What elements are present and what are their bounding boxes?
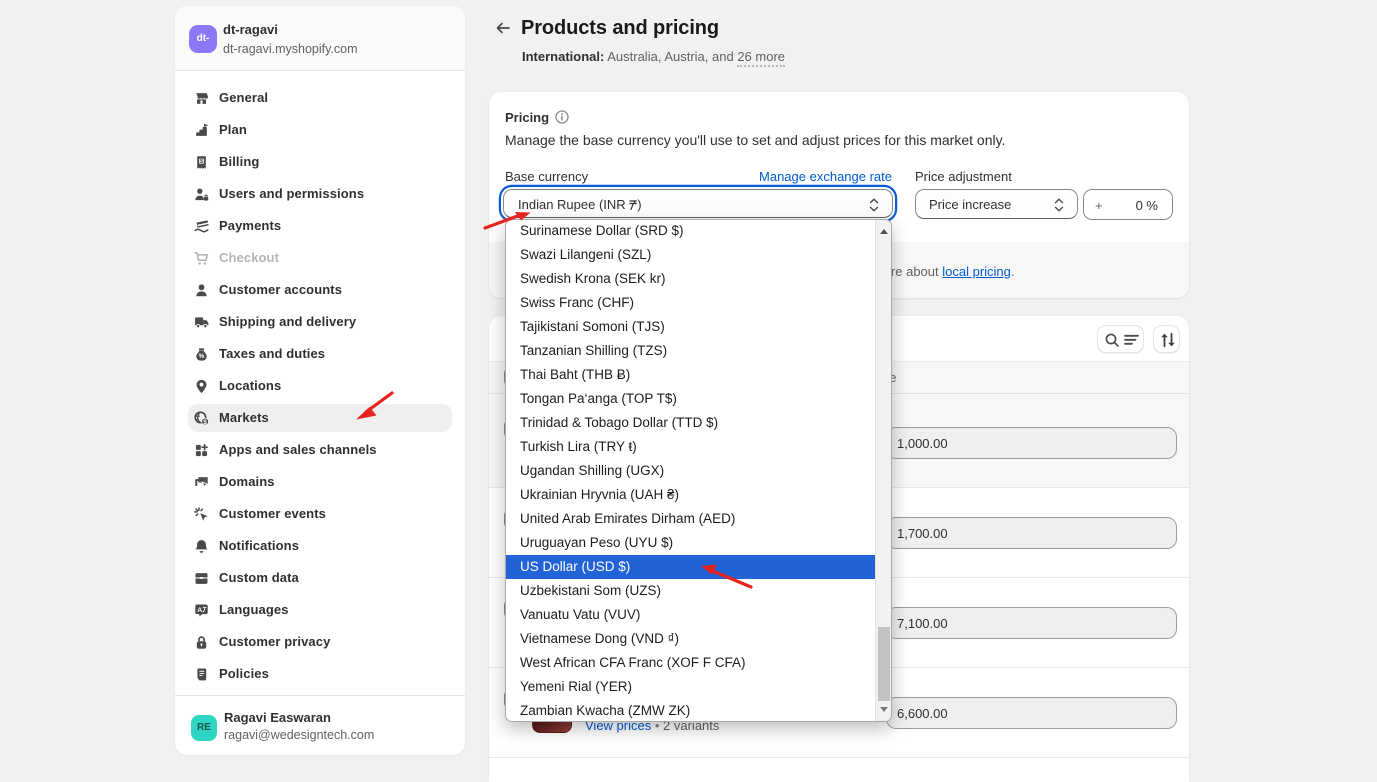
svg-text:A: A bbox=[197, 607, 202, 614]
svg-text:$: $ bbox=[203, 418, 207, 425]
svg-text:%: % bbox=[199, 353, 205, 360]
